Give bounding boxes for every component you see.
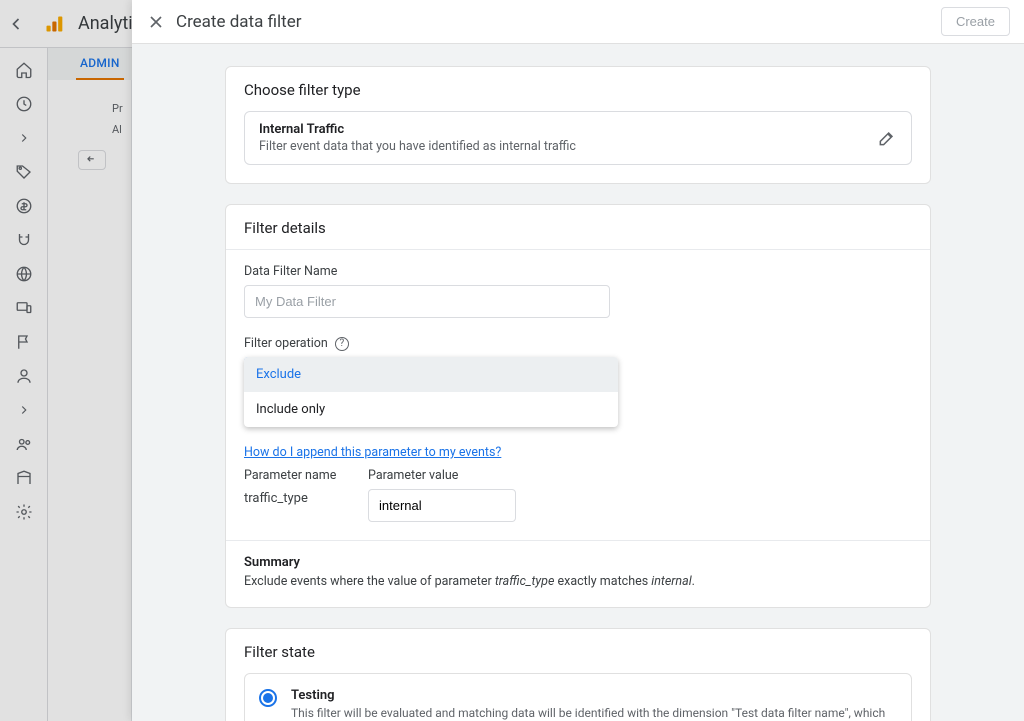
radio-icon[interactable] [259,689,277,707]
create-button[interactable]: Create [941,7,1010,36]
param-name-value: traffic_type [244,483,344,514]
filter-op-select[interactable]: Exclude Include only [244,357,612,393]
filter-state-card: Filter state Testing This filter will be… [225,628,931,721]
state-title: Testing [291,688,897,703]
filter-name-input[interactable] [244,285,610,318]
filter-type-card: Choose filter type Internal Traffic Filt… [225,66,931,184]
param-value-label: Parameter value [368,468,516,483]
filter-name-label: Data Filter Name [244,264,912,279]
help-icon[interactable]: ? [335,337,349,351]
filter-op-label: Filter operation ? [244,336,912,351]
param-name-label: Parameter name [244,468,344,483]
create-filter-drawer: Create data filter Create Choose filter … [132,0,1024,721]
filter-details-heading: Filter details [226,205,930,249]
filter-type-option[interactable]: Internal Traffic Filter event data that … [244,111,912,165]
dropdown-option-include-only[interactable]: Include only [244,392,618,427]
filter-type-name: Internal Traffic [259,122,863,137]
close-icon[interactable] [142,8,170,36]
pencil-icon[interactable] [877,128,897,148]
filter-type-heading: Choose filter type [226,67,930,111]
filter-type-desc: Filter event data that you have identifi… [259,139,863,154]
drawer-body: Choose filter type Internal Traffic Filt… [132,44,1024,721]
dropdown-option-exclude[interactable]: Exclude [244,357,618,392]
param-value-input[interactable] [368,489,516,522]
help-link[interactable]: How do I append this parameter to my eve… [244,445,501,460]
filter-state-heading: Filter state [226,629,930,673]
summary-title: Summary [244,555,912,570]
drawer-header: Create data filter Create [132,0,1024,44]
state-desc: This filter will be evaluated and matchi… [291,705,897,721]
filter-details-card: Filter details Data Filter Name Filter o… [225,204,931,608]
drawer-title: Create data filter [176,12,941,32]
filter-op-dropdown: Exclude Include only [244,357,618,427]
summary-text: Exclude events where the value of parame… [244,574,912,589]
filter-state-list: Testing This filter will be evaluated an… [244,673,912,721]
state-option-testing[interactable]: Testing This filter will be evaluated an… [245,674,911,721]
